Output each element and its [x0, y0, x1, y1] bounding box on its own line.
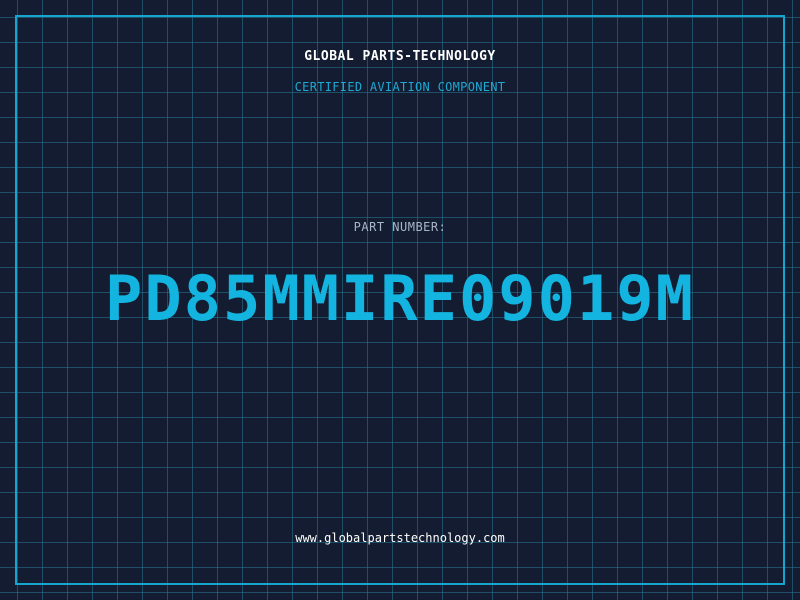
- part-number-label: PART NUMBER:: [353, 220, 447, 234]
- part-label-card: GLOBAL PARTS-TECHNOLOGY CERTIFIED AVIATI…: [0, 0, 800, 600]
- company-name: GLOBAL PARTS-TECHNOLOGY: [304, 49, 496, 64]
- certification-subtitle: CERTIFIED AVIATION COMPONENT: [294, 80, 506, 94]
- website-url: www.globalpartstechnology.com: [295, 531, 505, 545]
- part-number-value: PD85MMIRE09019M: [105, 262, 695, 335]
